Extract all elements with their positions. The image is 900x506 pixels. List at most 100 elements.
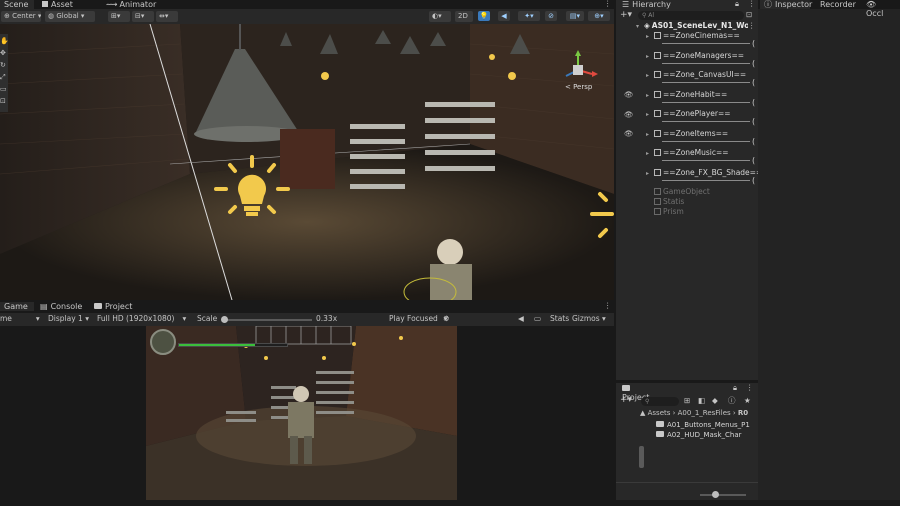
resolution-dropdown[interactable]: Full HD (1920x1080) ▾ (97, 314, 186, 324)
hierarchy-menu-icon[interactable]: ⋮ (748, 0, 756, 9)
expand-arrow-icon[interactable]: ▸ (646, 130, 654, 139)
audio-mute-icon[interactable]: ◀ (518, 314, 524, 324)
visibility-toggle-icon[interactable]: 👁︎ (624, 110, 634, 120)
rotate-tool-icon[interactable]: ↻ (0, 60, 6, 70)
hierarchy-row-suffix: ( (752, 78, 756, 87)
camera-settings-icon[interactable]: ▤▾ (566, 11, 584, 21)
snap-increment-button[interactable]: ⊟▾ (132, 11, 154, 22)
scene-visibility-icon[interactable]: ⊘ (545, 11, 557, 21)
hierarchy-item[interactable]: ▸ ==ZonePlayer== (646, 109, 758, 119)
expand-arrow-icon[interactable]: ▸ (646, 149, 654, 158)
gizmos-toggle-icon[interactable]: ⊕▾ (588, 11, 610, 21)
project-add-button[interactable]: +▾ (620, 395, 632, 405)
tab-scene[interactable]: Scene (0, 0, 34, 9)
pivot-dropdown[interactable]: ⊕ Center ▾ (1, 11, 41, 22)
scene-tab-menu-icon[interactable]: ⋮ (604, 0, 612, 9)
hierarchy-add-button[interactable]: +▾ (620, 10, 632, 20)
hierarchy-root[interactable]: ▾ ◈ AS01_SceneLev_N1_Wor (636, 21, 748, 31)
space-dropdown[interactable]: ◍ Global ▾ (45, 11, 95, 22)
tab-project-panel[interactable]: Project (618, 384, 658, 402)
expand-arrow-icon[interactable]: ▸ (646, 169, 654, 178)
toggle-2d-button[interactable]: 2D (455, 11, 473, 22)
hierarchy-row-suffix: ( (752, 58, 756, 68)
shading-mode-button[interactable]: ◐▾ (429, 11, 451, 22)
hierarchy-lock-icon[interactable]: 🔒︎ (735, 0, 739, 9)
project-folder-item[interactable]: A01_Buttons_Menus_P1 (656, 420, 750, 430)
display-label: Display 1 (48, 314, 83, 323)
game-view[interactable] (146, 326, 457, 500)
project-scrollbar[interactable] (639, 446, 644, 468)
resolution-label: Full HD (1920x1080) (97, 314, 175, 323)
breadcrumb-item[interactable]: R0 (738, 409, 748, 417)
transform-tool-icon[interactable]: ⊡ (0, 96, 6, 106)
icon-size-slider-handle[interactable] (712, 491, 719, 498)
hierarchy-item-label: ==Zone_FX_BG_Shade== (663, 167, 758, 177)
move-tool-icon[interactable]: ✥ (0, 48, 6, 58)
hierarchy-item[interactable]: ▸ ==Zone_CanvasUI== (646, 70, 758, 80)
tab-animator[interactable]: ⟿ Animator (102, 0, 156, 9)
rect-tool-icon[interactable]: ▭ (0, 84, 7, 94)
project-info-icon[interactable]: ⓘ (728, 396, 736, 406)
stats-toggle[interactable]: Stats (550, 314, 569, 324)
display-dropdown[interactable]: Display 1 ▾ (48, 314, 89, 324)
hierarchy-item-inactive[interactable]: Statis (646, 197, 758, 207)
hierarchy-root-menu-icon[interactable]: ⋮ (748, 21, 756, 31)
lighting-toggle-icon[interactable]: 💡 (478, 11, 490, 21)
project-create-icon[interactable]: ⊞ (684, 396, 690, 406)
breadcrumb-item[interactable]: A00_1_ResFiles (678, 409, 731, 417)
gizmos-dropdown[interactable]: Gizmos ▾ (572, 314, 606, 324)
play-mode-dropdown[interactable]: Play Focused ▾ (389, 314, 448, 324)
project-menu-icon[interactable]: ⋮ (746, 383, 754, 393)
hierarchy-search-input[interactable]: ⚲ Al (638, 11, 744, 20)
hierarchy-item[interactable]: ▸ ==ZoneManagers== (646, 51, 758, 61)
tab-hierarchy[interactable]: ☰ Hierarchy (618, 0, 680, 9)
visibility-toggle-icon[interactable]: 👁︎ (624, 129, 634, 139)
hierarchy-item[interactable]: ▸ ==Zone_FX_BG_Shade== (646, 168, 758, 178)
expand-arrow-icon[interactable]: ▸ (646, 91, 654, 100)
tab-console[interactable]: ▤ Console (36, 302, 86, 311)
screenshot-icon[interactable]: ▭ (534, 314, 541, 324)
expand-arrow-icon[interactable]: ▸ (646, 71, 654, 80)
scene-view[interactable]: < Persp (0, 24, 614, 300)
hand-tool-icon[interactable]: ✋ (0, 36, 9, 46)
tab-game[interactable]: Game (0, 302, 34, 311)
hierarchy-item[interactable]: ▸ ==ZoneCinemas== (646, 31, 758, 41)
game-tab-menu-icon[interactable]: ⋮ (604, 301, 612, 311)
scale-slider-handle[interactable] (221, 316, 228, 323)
visibility-toggle-icon[interactable]: 👁︎ (624, 90, 634, 100)
scale-slider[interactable] (222, 319, 312, 321)
persp-label[interactable]: < Persp (565, 82, 592, 92)
breadcrumb-up-icon[interactable]: ▲ (640, 409, 648, 417)
settings-gear-icon[interactable]: ⚙ (443, 314, 450, 324)
tab-inspector[interactable]: ⓘ Inspector (760, 0, 812, 9)
hierarchy-item-inactive[interactable]: GameObject (646, 187, 758, 197)
hierarchy-item[interactable]: ▸ ==ZoneMusic== (646, 148, 758, 158)
scale-tool-icon[interactable]: ⤢ (0, 72, 6, 82)
tab-occlusion[interactable]: 👁︎Occl (862, 0, 900, 18)
tab-project[interactable]: Project (90, 302, 140, 311)
project-lock-icon[interactable]: 🔒︎ (733, 383, 737, 393)
tab-asset-store[interactable]: Asset Store (38, 0, 98, 18)
expand-arrow-icon[interactable]: ▸ (646, 52, 654, 61)
hierarchy-item[interactable]: ▸ ==ZoneItems== (646, 129, 758, 139)
effects-toggle-icon[interactable]: ✦▾ (518, 11, 540, 21)
project-folder-item[interactable]: A02_HUD_Mask_Char (656, 430, 742, 440)
expand-arrow-icon[interactable]: ▸ (646, 110, 654, 119)
project-search-input[interactable]: ⚲ (641, 397, 679, 406)
hierarchy-root-label: AS01_SceneLev_N1_Wor (651, 21, 748, 30)
view-options-icon: ⇹ (159, 12, 165, 20)
expand-arrow-icon[interactable]: ▸ (646, 32, 654, 41)
hierarchy-filter-icon[interactable]: ⊡ (746, 10, 752, 20)
tab-recorder[interactable]: Recorder (816, 0, 858, 9)
hierarchy-item-inactive[interactable]: Prism (646, 207, 758, 217)
view-options-button[interactable]: ⇹▾ (156, 11, 178, 22)
hierarchy-item[interactable]: ▸ ==ZoneHabit== (646, 90, 758, 100)
project-favorite-icon[interactable]: ★ (744, 396, 751, 406)
project-filter-label-icon[interactable]: ◆ (712, 396, 718, 406)
icon-size-slider[interactable] (700, 494, 746, 496)
game-mode-dropdown[interactable]: me ▾ (0, 314, 40, 324)
breadcrumb-item[interactable]: Assets (648, 409, 671, 417)
audio-toggle-icon[interactable]: ◀ (498, 11, 510, 21)
grid-snap-button[interactable]: ⊞▾ (108, 11, 130, 22)
project-filter-type-icon[interactable]: ◧ (698, 396, 705, 406)
